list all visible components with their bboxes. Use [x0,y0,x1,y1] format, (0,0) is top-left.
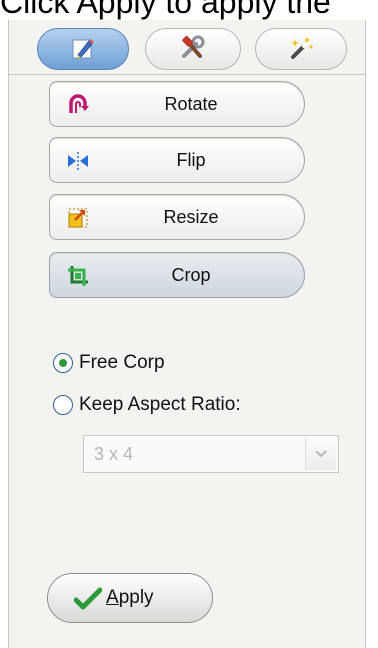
keep-aspect-label: Keep Aspect Ratio: [79,394,241,415]
tab-effects[interactable] [255,28,347,70]
resize-label: Resize [163,207,219,227]
tab-bar [9,20,365,75]
aspect-ratio-value: 3 x 4 [94,444,134,464]
flip-button[interactable]: Flip [49,137,305,183]
flip-label: Flip [176,150,206,170]
rotate-button[interactable]: Rotate [49,81,305,127]
chevron-down-icon [315,450,327,458]
check-icon [74,587,102,610]
hammer-wrench-icon [182,35,205,58]
resize-button[interactable]: Resize [49,194,305,240]
keep-aspect-radio[interactable] [53,395,73,415]
tab-tools[interactable] [145,28,241,70]
apply-label-rest: pply [118,587,154,608]
crop-button[interactable]: Crop [49,252,305,298]
apply-label: Apply [106,574,154,622]
free-crop-label: Free Corp [79,352,165,373]
free-crop-radio[interactable] [53,353,73,373]
magic-wand-icon [291,37,313,59]
pencil-icon [72,39,94,59]
crop-label: Crop [171,265,211,285]
edit-panel: Rotate Flip Resize Crop Free Corp Keep A… [8,20,366,648]
rotate-label: Rotate [164,94,218,114]
apply-mnemonic: A [106,587,119,608]
dropdown-arrow[interactable] [305,438,336,470]
free-crop-option[interactable]: Free Corp [53,350,165,376]
apply-button[interactable]: Apply [47,573,213,623]
keep-aspect-option[interactable]: Keep Aspect Ratio: [53,392,241,418]
tab-edit[interactable] [37,28,129,70]
aspect-ratio-select[interactable]: 3 x 4 [83,435,339,473]
instruction-text: Click Apply to apply the [0,0,331,20]
